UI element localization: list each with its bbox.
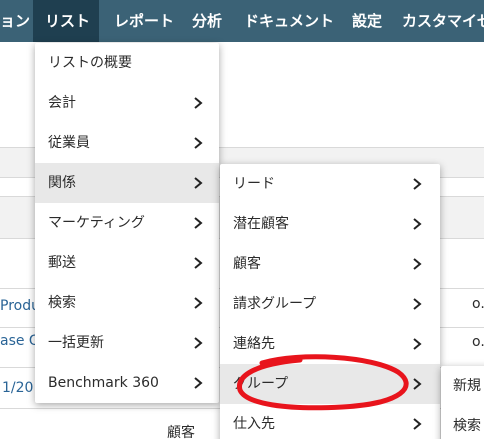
menu-item-label: 会計 — [48, 95, 76, 111]
chevron-right-icon — [410, 324, 424, 364]
menu-item-label: 新規 — [453, 378, 481, 394]
menu-item-list-overview[interactable]: リストの概要 — [35, 43, 219, 83]
menu-item-label: 検索 — [48, 295, 76, 311]
chevron-right-icon — [191, 323, 205, 363]
chevron-right-icon — [191, 203, 205, 243]
table-cell-text: 顧客 — [167, 425, 195, 439]
menu-item-label: 関係 — [48, 175, 76, 191]
menu-item-label: 連絡先 — [233, 336, 275, 352]
chevron-right-icon — [410, 364, 424, 404]
nav-item-settings[interactable]: 設定 — [352, 0, 382, 42]
menu-item-label: グループ — [233, 376, 289, 392]
chevron-right-icon — [410, 284, 424, 324]
chevron-right-icon — [191, 83, 205, 123]
menu-item-label: リストの概要 — [48, 55, 132, 71]
chevron-right-icon — [191, 363, 205, 403]
menu-item-employees[interactable]: 従業員 — [35, 123, 219, 163]
nav-item-documents[interactable]: ドキュメント — [244, 0, 334, 42]
menu-item-search[interactable]: 検索 — [441, 406, 484, 439]
table-cell-text: o. — [472, 334, 484, 350]
chevron-right-icon — [191, 163, 205, 203]
menu-item-label: リード — [233, 176, 275, 192]
chevron-right-icon — [191, 243, 205, 283]
chevron-right-icon — [410, 164, 424, 204]
table-cell-link[interactable]: Produ — [0, 298, 40, 314]
nav-item-lists[interactable]: リスト — [33, 0, 99, 42]
menu-item-bulk-update[interactable]: 一括更新 — [35, 323, 219, 363]
chevron-right-icon — [410, 204, 424, 244]
menu-item-marketing[interactable]: マーケティング — [35, 203, 219, 243]
chevron-right-icon — [191, 283, 205, 323]
menu-item-label: 従業員 — [48, 135, 90, 151]
menu-item-relations[interactable]: 関係 — [35, 163, 219, 203]
menu-item-benchmark-360[interactable]: Benchmark 360 — [35, 363, 219, 403]
menu-item-accounting[interactable]: 会計 — [35, 83, 219, 123]
menu-item-label: 仕入先 — [233, 416, 275, 432]
lists-dropdown-menu: リストの概要 会計 従業員 関係 マーケティング 郵送 検索 一括更新 Benc… — [35, 43, 219, 403]
table-cell-text: o. — [472, 296, 484, 312]
nav-item-reports[interactable]: レポート — [114, 0, 174, 42]
menu-item-label: 郵送 — [48, 255, 76, 271]
menu-item-label: Benchmark 360 — [48, 375, 159, 391]
menu-item-label: 一括更新 — [48, 335, 104, 351]
chevron-right-icon — [410, 244, 424, 284]
menu-item-label: 顧客 — [233, 256, 261, 272]
chevron-right-icon — [410, 404, 424, 439]
menu-item-search[interactable]: 検索 — [35, 283, 219, 323]
groups-submenu: 新規 検索 — [441, 366, 484, 439]
nav-item-analytics[interactable]: 分析 — [192, 0, 222, 42]
menu-item-mailing[interactable]: 郵送 — [35, 243, 219, 283]
chevron-right-icon — [191, 123, 205, 163]
menu-item-billing-groups[interactable]: 請求グループ — [220, 284, 440, 324]
table-cell-link[interactable]: ase G — [0, 333, 40, 349]
nav-item-customization[interactable]: カスタマイゼ — [402, 0, 484, 42]
menu-item-label: マーケティング — [48, 215, 145, 231]
menu-item-customers[interactable]: 顧客 — [220, 244, 440, 284]
menu-item-contacts[interactable]: 連絡先 — [220, 324, 440, 364]
menu-item-prospects[interactable]: 潜在顧客 — [220, 204, 440, 244]
menu-item-label: 潜在顧客 — [233, 216, 289, 232]
menu-item-groups[interactable]: グループ — [220, 364, 440, 404]
top-nav-bar: ョン リスト レポート 分析 ドキュメント 設定 カスタマイゼ — [0, 0, 484, 42]
menu-item-vendors[interactable]: 仕入先 — [220, 404, 440, 439]
menu-item-leads[interactable]: リード — [220, 164, 440, 204]
relations-submenu: リード 潜在顧客 顧客 請求グループ 連絡先 グループ 仕入先 — [220, 164, 440, 439]
nav-item-application[interactable]: ョン — [0, 0, 30, 42]
table-cell-link[interactable]: 1/20 — [2, 380, 33, 396]
menu-item-label: 検索 — [453, 418, 481, 434]
menu-item-label: 請求グループ — [233, 296, 317, 312]
menu-item-new[interactable]: 新規 — [441, 366, 484, 406]
